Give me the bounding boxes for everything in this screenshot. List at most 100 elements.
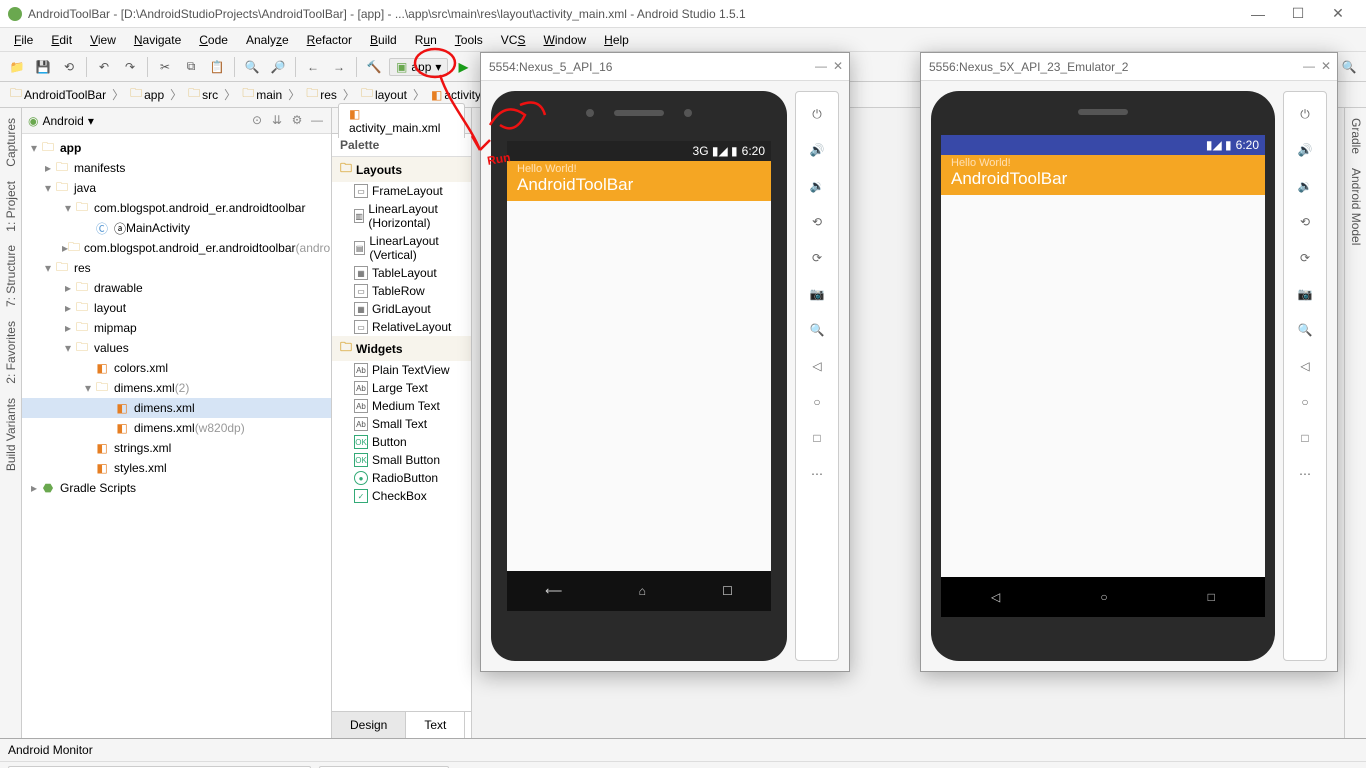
- sync-icon[interactable]: ⟲: [58, 56, 80, 78]
- menu-navigate[interactable]: Navigate: [126, 31, 189, 49]
- tree-node-styles[interactable]: ◧styles.xml: [22, 458, 331, 478]
- tree-node-res[interactable]: ▾🗀res: [22, 258, 331, 278]
- emulator-1-title[interactable]: 5554:Nexus_5_API_16: [481, 53, 849, 81]
- tree-node-dimens-group[interactable]: ▾🗀dimens.xml (2): [22, 378, 331, 398]
- editor-tab-activity-main[interactable]: ◧ activity_main.xml: [338, 103, 465, 138]
- palette-item[interactable]: ▭FrameLayout: [332, 182, 471, 200]
- menu-edit[interactable]: Edit: [43, 31, 80, 49]
- gutter-structure[interactable]: 7: Structure: [2, 241, 19, 311]
- emulator-window-2[interactable]: 5556:Nexus_5X_API_23_Emulator_2 — ✕ ▮◢ ▮…: [920, 52, 1338, 672]
- power-icon[interactable]: ⏻: [1291, 100, 1319, 128]
- power-icon[interactable]: ⏻: [803, 100, 831, 128]
- paste-icon[interactable]: 📋: [206, 56, 228, 78]
- zoom-icon[interactable]: 🔍: [803, 316, 831, 344]
- palette-item[interactable]: ▭TableRow: [332, 282, 471, 300]
- volume-up-icon[interactable]: 🔊: [803, 136, 831, 164]
- palette-item[interactable]: AbLarge Text: [332, 379, 471, 397]
- palette-item[interactable]: OKButton: [332, 433, 471, 451]
- volume-up-icon[interactable]: 🔊: [1291, 136, 1319, 164]
- back-icon[interactable]: ◁: [1291, 352, 1319, 380]
- replace-icon[interactable]: 🔎: [267, 56, 289, 78]
- scroll-from-source-icon[interactable]: ⊙: [249, 113, 265, 129]
- gutter-android-model[interactable]: Android Model: [1347, 164, 1364, 249]
- zoom-icon[interactable]: 🔍: [1291, 316, 1319, 344]
- gutter-build-variants[interactable]: Build Variants: [2, 394, 19, 475]
- rotate-left-icon[interactable]: ⟲: [803, 208, 831, 236]
- volume-down-icon[interactable]: 🔉: [1291, 172, 1319, 200]
- overview-icon[interactable]: □: [803, 424, 831, 452]
- palette-item[interactable]: ▦TableLayout: [332, 264, 471, 282]
- palette-item[interactable]: AbPlain TextView: [332, 361, 471, 379]
- search-everywhere-icon[interactable]: 🔍: [1338, 56, 1360, 78]
- home-icon[interactable]: ○: [1291, 388, 1319, 416]
- tree-node-package[interactable]: ▾🗀com.blogspot.android_er.androidtoolbar: [22, 198, 331, 218]
- breadcrumb-item[interactable]: 🗀main: [238, 84, 286, 105]
- more-icon[interactable]: ⋯: [1291, 460, 1319, 488]
- back-icon[interactable]: ←: [302, 56, 324, 78]
- breadcrumb-item[interactable]: 🗀layout: [357, 84, 411, 105]
- tree-node-java[interactable]: ▾🗀java: [22, 178, 331, 198]
- back-icon[interactable]: ◁: [803, 352, 831, 380]
- rotate-right-icon[interactable]: ⟳: [1291, 244, 1319, 272]
- palette-item[interactable]: AbSmall Text: [332, 415, 471, 433]
- palette-group-widgets[interactable]: 🗀Widgets: [332, 336, 471, 361]
- palette-item[interactable]: AbMedium Text: [332, 397, 471, 415]
- home-icon[interactable]: ○: [803, 388, 831, 416]
- redo-icon[interactable]: ↷: [119, 56, 141, 78]
- tab-text[interactable]: Text: [406, 712, 465, 738]
- emulator-2-title[interactable]: 5556:Nexus_5X_API_23_Emulator_2: [921, 53, 1337, 81]
- emulator-2-screen[interactable]: ▮◢ ▮ 6:20 Hello World! AndroidToolBar ◁ …: [941, 135, 1265, 617]
- open-icon[interactable]: 📁: [6, 56, 28, 78]
- emulator-1-screen[interactable]: 3G ▮◢ ▮ 6:20 Hello World! AndroidToolBar: [507, 141, 771, 571]
- tree-node-package-test[interactable]: ▸🗀com.blogspot.android_er.androidtoolbar…: [22, 238, 331, 258]
- palette-item[interactable]: ✓CheckBox: [332, 487, 471, 505]
- menu-tools[interactable]: Tools: [447, 31, 491, 49]
- tree-node-dimens1[interactable]: ◧dimens.xml: [22, 398, 331, 418]
- gutter-gradle[interactable]: Gradle: [1347, 114, 1364, 158]
- menu-refactor[interactable]: Refactor: [299, 31, 360, 49]
- nav-back-icon[interactable]: ◁: [991, 590, 1000, 604]
- nav-back-icon[interactable]: ⟵: [545, 584, 562, 598]
- overview-icon[interactable]: □: [1291, 424, 1319, 452]
- menu-code[interactable]: Code: [191, 31, 236, 49]
- tree-node-drawable[interactable]: ▸🗀drawable: [22, 278, 331, 298]
- gear-icon[interactable]: ⚙: [289, 113, 305, 129]
- forward-icon[interactable]: →: [328, 56, 350, 78]
- tree-node-colors[interactable]: ◧colors.xml: [22, 358, 331, 378]
- collapse-all-icon[interactable]: ⇊: [269, 113, 285, 129]
- more-icon[interactable]: ⋯: [803, 460, 831, 488]
- tree-node-strings[interactable]: ◧strings.xml: [22, 438, 331, 458]
- palette-item[interactable]: ▭RelativeLayout: [332, 318, 471, 336]
- emu-min-icon[interactable]: —: [1303, 59, 1315, 73]
- palette-item[interactable]: ▦GridLayout: [332, 300, 471, 318]
- minimize-button[interactable]: —: [1238, 6, 1278, 22]
- tree-node-mainactivity[interactable]: Ⓒⓐ MainActivity: [22, 218, 331, 238]
- menu-help[interactable]: Help: [596, 31, 637, 49]
- nav-recents-icon[interactable]: ☐: [722, 584, 733, 598]
- find-icon[interactable]: 🔍: [241, 56, 263, 78]
- nav-home-icon[interactable]: ⌂: [639, 584, 646, 598]
- menu-run[interactable]: Run: [407, 31, 445, 49]
- run-button[interactable]: ▶: [452, 56, 474, 78]
- gutter-project[interactable]: 1: Project: [2, 177, 19, 236]
- maximize-button[interactable]: ☐: [1278, 5, 1318, 22]
- menu-analyze[interactable]: Analyze: [238, 31, 297, 49]
- gutter-favorites[interactable]: 2: Favorites: [2, 317, 19, 388]
- rotate-right-icon[interactable]: ⟳: [803, 244, 831, 272]
- emu-close-icon[interactable]: ✕: [1321, 59, 1331, 73]
- menu-build[interactable]: Build: [362, 31, 405, 49]
- save-icon[interactable]: 💾: [32, 56, 54, 78]
- rotate-left-icon[interactable]: ⟲: [1291, 208, 1319, 236]
- undo-icon[interactable]: ↶: [93, 56, 115, 78]
- palette-item[interactable]: OKSmall Button: [332, 451, 471, 469]
- emu-close-icon[interactable]: ✕: [833, 59, 843, 73]
- breadcrumb-item[interactable]: 🗀src: [184, 84, 222, 105]
- close-button[interactable]: ✕: [1318, 5, 1358, 22]
- emu-min-icon[interactable]: —: [815, 59, 827, 73]
- tree-node-gradle[interactable]: ▸⬣Gradle Scripts: [22, 478, 331, 498]
- menu-vcs[interactable]: VCS: [493, 31, 534, 49]
- gutter-captures[interactable]: Captures: [2, 114, 19, 171]
- palette-item[interactable]: ▥LinearLayout (Horizontal): [332, 200, 471, 232]
- run-config-selector[interactable]: ▣ app ▾: [389, 58, 448, 76]
- tree-node-mipmap[interactable]: ▸🗀mipmap: [22, 318, 331, 338]
